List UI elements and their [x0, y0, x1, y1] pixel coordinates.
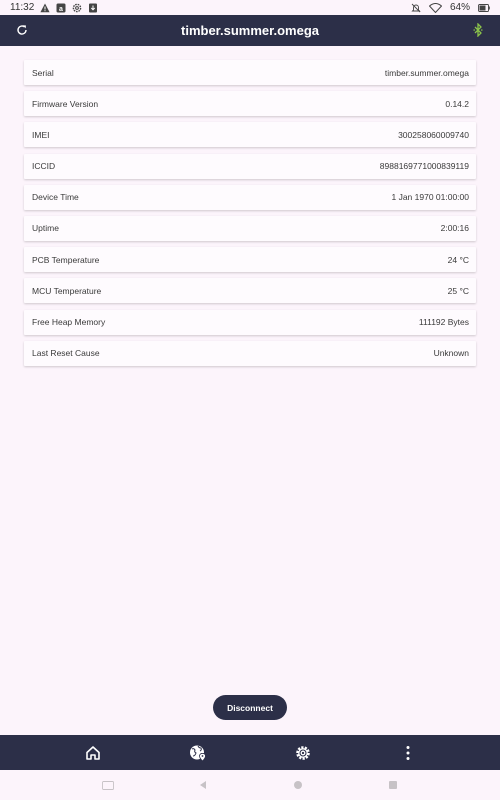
disconnect-button[interactable]: Disconnect: [213, 695, 287, 720]
back-button[interactable]: [196, 778, 210, 792]
info-value: 111192 Bytes: [418, 317, 469, 327]
info-label: PCB Temperature: [32, 254, 100, 265]
keyboard-icon: [101, 780, 114, 790]
info-label: Last Reset Cause: [32, 348, 100, 359]
info-label: Free Heap Memory: [32, 317, 106, 327]
info-row-device-time: Device Time 1 Jan 1970 01:00:00: [24, 184, 476, 210]
status-left: 11:32 a: [10, 2, 98, 13]
info-label: IMEI: [32, 129, 50, 140]
app-a-icon: a: [56, 3, 66, 13]
wifi-icon: [428, 2, 442, 13]
info-label: MCU Temperature: [32, 285, 102, 296]
info-value: 25 °C: [447, 285, 469, 296]
info-label: Device Time: [32, 192, 79, 203]
warning-icon: [40, 3, 50, 13]
nav-home-button[interactable]: [81, 741, 105, 765]
status-right: 64%: [411, 2, 490, 13]
keyboard-button[interactable]: [101, 778, 115, 792]
back-icon: [198, 780, 208, 790]
page-title: timber.summer.omega: [181, 23, 319, 38]
bluetooth-button[interactable]: [470, 22, 486, 38]
battery-icon: [478, 3, 490, 13]
info-row-firmware-version: Firmware Version 0.14.2: [24, 91, 476, 117]
refresh-button[interactable]: [14, 22, 30, 38]
info-row-pcb-temperature: PCB Temperature 24 °C: [24, 247, 476, 273]
svg-text:a: a: [59, 6, 63, 13]
info-label: ICCID: [32, 161, 56, 172]
status-bar: 11:32 a 64%: [0, 0, 500, 15]
info-label: Uptime: [32, 223, 59, 234]
info-value: 2:00:16: [440, 223, 469, 234]
info-row-uptime: Uptime 2:00:16: [24, 215, 476, 241]
info-value: 1 Jan 1970 01:00:00: [391, 192, 469, 203]
info-row-serial: Serial timber.summer.omega: [24, 60, 476, 85]
settings-icon: [294, 744, 312, 762]
home-icon: [85, 745, 101, 761]
status-time: 11:32: [10, 2, 35, 13]
download-icon: [88, 3, 98, 13]
info-value: 24 °C: [447, 254, 469, 265]
info-row-imei: IMEI 300258060009740: [24, 122, 476, 148]
nav-map-button[interactable]: [186, 741, 210, 765]
info-value: 8988169771000839119: [379, 161, 469, 172]
info-row-free-heap-memory: Free Heap Memory 111192 Bytes: [24, 309, 476, 335]
device-info-list: Serial timber.summer.omega Firmware Vers…: [24, 60, 476, 372]
info-label: Firmware Version: [32, 98, 99, 109]
settings-icon: [72, 3, 82, 13]
bottom-nav: [0, 735, 500, 770]
battery-percent: 64%: [449, 2, 470, 13]
nav-more-button[interactable]: [396, 741, 420, 765]
mute-icon: [411, 3, 421, 13]
info-row-last-reset-cause: Last Reset Cause Unknown: [24, 340, 476, 366]
home-circle-icon: [293, 780, 303, 790]
info-row-mcu-temperature: MCU Temperature 25 °C: [24, 278, 476, 304]
info-label: Serial: [32, 67, 54, 78]
info-row-iccid: ICCID 8988169771000839119: [24, 153, 476, 179]
nav-settings-button[interactable]: [291, 741, 315, 765]
bluetooth-icon: [473, 23, 483, 37]
system-nav-bar: [0, 770, 500, 800]
refresh-icon: [16, 24, 28, 36]
info-value: Unknown: [433, 348, 469, 359]
info-value: 0.14.2: [445, 98, 469, 109]
more-vertical-icon: [405, 745, 411, 761]
recents-icon: [388, 780, 398, 790]
home-system-button[interactable]: [291, 778, 305, 792]
recents-button[interactable]: [386, 778, 400, 792]
info-value: 300258060009740: [398, 129, 469, 140]
app-bar: timber.summer.omega: [0, 15, 500, 46]
info-value: timber.summer.omega: [384, 67, 469, 78]
globe-location-icon: [189, 744, 207, 762]
